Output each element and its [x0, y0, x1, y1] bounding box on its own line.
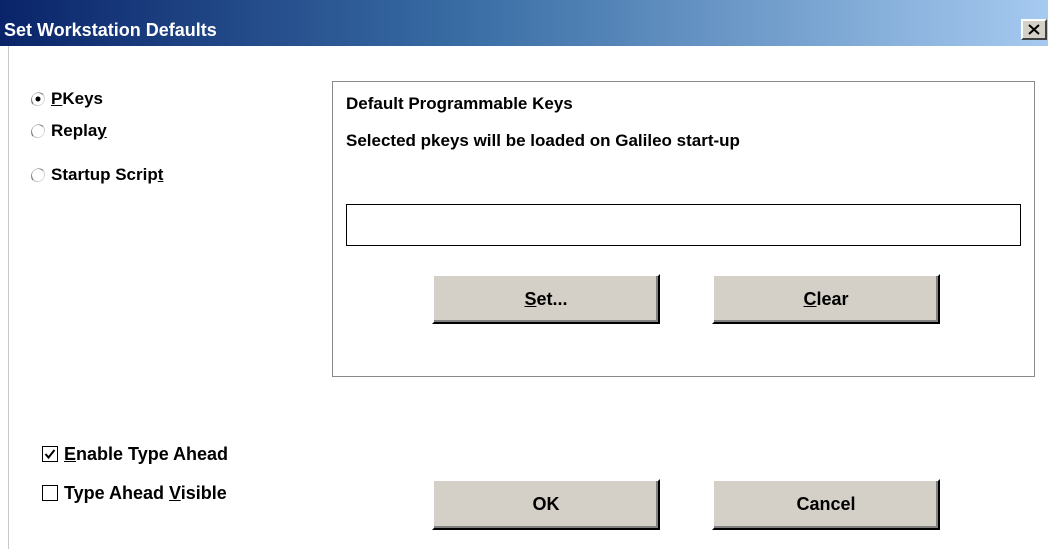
- clear-button-label: Clear: [803, 288, 849, 309]
- close-button[interactable]: [1021, 19, 1047, 40]
- group-heading: Default Programmable Keys: [346, 94, 573, 113]
- close-icon: [1028, 24, 1040, 35]
- radio-replay[interactable]: Replay: [30, 119, 107, 143]
- type-ahead-visible-label: Type Ahead Visible: [64, 482, 227, 503]
- cancel-button[interactable]: Cancel: [712, 479, 940, 530]
- set-button[interactable]: Set...: [432, 274, 660, 324]
- pkeys-path-field[interactable]: [346, 204, 1021, 246]
- window-title: Set Workstation Defaults: [4, 20, 217, 40]
- enable-type-ahead-label: Enable Type Ahead: [64, 443, 229, 464]
- radio-startup-script[interactable]: Startup Script: [30, 163, 163, 187]
- checkbox-checked-icon: [42, 446, 58, 462]
- radio-pkeys-label: PKeys: [51, 89, 103, 108]
- radio-startup-script-label: Startup Script: [51, 165, 164, 184]
- radio-unselected-icon: [31, 124, 45, 139]
- set-button-label: Set...: [524, 288, 568, 309]
- radio-pkeys[interactable]: PKeys: [30, 87, 103, 111]
- window-left-border: [8, 46, 9, 549]
- type-ahead-visible-checkbox[interactable]: Type Ahead Visible: [42, 481, 227, 505]
- radio-unselected-icon: [31, 168, 45, 183]
- checkbox-unchecked-icon: [42, 485, 58, 501]
- group-description: Selected pkeys will be loaded on Galileo…: [346, 131, 740, 150]
- ok-button[interactable]: OK: [432, 479, 660, 530]
- clear-button[interactable]: Clear: [712, 274, 940, 324]
- radio-selected-icon: [31, 92, 45, 107]
- radio-replay-label: Replay: [51, 121, 107, 140]
- enable-type-ahead-checkbox[interactable]: Enable Type Ahead: [42, 442, 228, 466]
